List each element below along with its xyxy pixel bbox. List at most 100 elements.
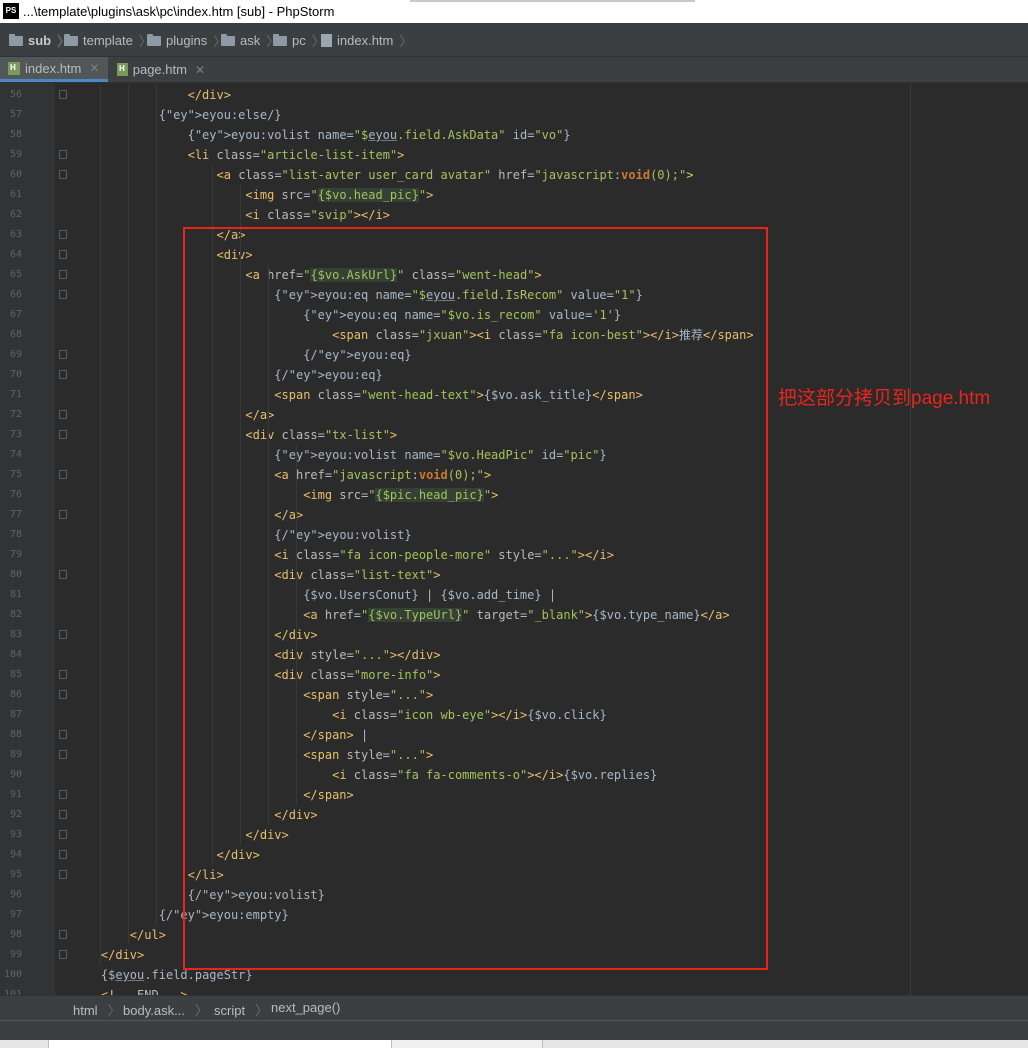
code-line[interactable]: 62 <i class="svip"></i> — [0, 205, 1028, 225]
fold-marker-icon[interactable] — [59, 810, 67, 819]
folder-icon — [273, 33, 287, 46]
fold-marker-icon[interactable] — [59, 250, 67, 259]
line-number: 65 — [9, 269, 22, 280]
nav-crumb-template[interactable]: template 〉 — [64, 31, 152, 50]
line-number: 62 — [9, 209, 22, 220]
taskbar-segment — [0, 1040, 49, 1048]
code-text: <a class="list-avter user_card avatar" h… — [216, 168, 694, 182]
tab-page-htm[interactable]: page.htm ✕ — [109, 57, 213, 82]
close-icon[interactable]: ✕ — [195, 63, 205, 77]
fold-marker-icon[interactable] — [59, 470, 67, 479]
fold-marker-icon[interactable] — [59, 90, 67, 99]
code-editor[interactable]: 56 </div> 57 {"ey">eyou:else/} 58 {"ey">ey… — [0, 83, 1028, 995]
code-line[interactable]: 57 {"ey">eyou:else/} — [0, 105, 1028, 125]
line-number: 96 — [9, 889, 22, 900]
nav-crumb-label: index.htm — [337, 33, 394, 48]
fold-marker-icon[interactable] — [59, 230, 67, 239]
line-number: 87 — [9, 709, 22, 720]
fold-marker-icon[interactable] — [59, 290, 67, 299]
line-number: 89 — [9, 749, 22, 760]
fold-marker-icon[interactable] — [59, 950, 67, 959]
fold-marker-icon[interactable] — [59, 690, 67, 699]
code-text: </div> — [187, 88, 231, 102]
line-number: 60 — [9, 169, 22, 180]
line-number: 75 — [9, 469, 22, 480]
code-line[interactable]: 61 <img src="{$vo.head_pic}"> — [0, 185, 1028, 205]
fold-marker-icon[interactable] — [59, 790, 67, 799]
tab-label: index.htm — [25, 60, 82, 76]
line-number: 95 — [9, 869, 22, 880]
line-number: 67 — [9, 309, 22, 320]
window-title: ...\template\plugins\ask\pc\index.htm [s… — [23, 4, 335, 19]
nav-crumb-ask[interactable]: ask〉 — [221, 31, 279, 50]
annotation-text: 把这部分拷贝到page.htm — [778, 388, 991, 409]
line-number: 98 — [9, 929, 22, 940]
line-number: 58 — [9, 129, 22, 140]
nav-crumb-label: ask — [240, 33, 261, 48]
breadcrumb-body[interactable]: body.ask... 〉 — [123, 1000, 208, 1019]
code-line[interactable]: 56 </div> — [0, 85, 1028, 105]
tab-label: page.htm — [132, 62, 187, 77]
fold-marker-icon[interactable] — [59, 150, 67, 159]
line-number: 93 — [9, 829, 22, 840]
fold-marker-icon[interactable] — [59, 410, 67, 419]
breadcrumb-html[interactable]: html 〉 — [73, 1000, 121, 1019]
code-text: </ul> — [129, 928, 166, 942]
nav-crumb-index-htm[interactable]: index.htm 〉 — [321, 31, 412, 50]
phpstorm-app-icon: PS — [3, 3, 19, 19]
fold-marker-icon[interactable] — [59, 730, 67, 739]
status-bar — [0, 1020, 1028, 1041]
fold-marker-icon[interactable] — [59, 510, 67, 519]
fold-marker-icon[interactable] — [59, 170, 67, 179]
fold-marker-icon[interactable] — [59, 270, 67, 279]
fold-marker-icon[interactable] — [59, 570, 67, 579]
code-text: <!-- END --> — [100, 988, 188, 995]
taskbar-segment[interactable] — [49, 1040, 392, 1048]
tab-index-htm[interactable]: index.htm ✕ — [0, 57, 108, 82]
line-number: 88 — [9, 729, 22, 740]
fold-marker-icon[interactable] — [59, 630, 67, 639]
fold-marker-icon[interactable] — [59, 830, 67, 839]
fold-marker-icon[interactable] — [59, 350, 67, 359]
nav-crumb-plugins[interactable]: plugins 〉 — [147, 31, 226, 50]
breadcrumb-script[interactable]: script 〉 — [214, 1000, 268, 1019]
line-number: 92 — [9, 809, 22, 820]
nav-crumb-pc[interactable]: pc 〉 — [273, 31, 325, 50]
breadcrumb-label: next_page() — [271, 1000, 341, 1015]
nav-crumb-sub[interactable]: sub〉 — [9, 31, 70, 50]
fold-marker-icon[interactable] — [59, 850, 67, 859]
overlay-shadow — [410, 0, 695, 2]
line-number: 94 — [9, 849, 22, 860]
html-file-icon — [117, 63, 128, 76]
code-line[interactable]: 60 <a class="list-avter user_card avatar… — [0, 165, 1028, 185]
line-number: 68 — [9, 329, 22, 340]
fold-marker-icon[interactable] — [59, 670, 67, 679]
taskbar — [0, 1040, 1028, 1048]
html-file-icon — [8, 61, 20, 75]
line-number: 80 — [9, 569, 22, 580]
code-line[interactable]: 58 {"ey">eyou:volist name="$eyou.field.A… — [0, 125, 1028, 145]
line-number: 69 — [9, 349, 22, 360]
close-icon[interactable]: ✕ — [89, 61, 99, 75]
fold-marker-icon[interactable] — [59, 750, 67, 759]
breadcrumb-label: body.ask... — [123, 1003, 185, 1018]
code-line[interactable]: 101 <!-- END --> — [0, 985, 1028, 995]
indent-guide — [156, 85, 157, 925]
folder-icon — [221, 33, 235, 46]
indent-guide — [100, 85, 101, 965]
fold-marker-icon[interactable] — [59, 930, 67, 939]
code-line[interactable]: 59 <li class="article-list-item"> — [0, 145, 1028, 165]
nav-crumb-label: template — [83, 33, 133, 48]
taskbar-segment[interactable] — [392, 1040, 543, 1048]
structure-breadcrumb-bar: html 〉 body.ask... 〉 script 〉 next_page() — [0, 995, 1028, 1020]
line-number: 76 — [9, 489, 22, 500]
breadcrumb-function[interactable]: next_page() — [271, 1000, 340, 1015]
line-number: 79 — [9, 549, 22, 560]
fold-marker-icon[interactable] — [59, 370, 67, 379]
fold-marker-icon[interactable] — [59, 430, 67, 439]
line-number: 72 — [9, 409, 22, 420]
fold-marker-icon[interactable] — [59, 870, 67, 879]
nav-crumb-label: plugins — [166, 33, 208, 48]
line-number: 86 — [9, 689, 22, 700]
line-number: 99 — [9, 949, 22, 960]
